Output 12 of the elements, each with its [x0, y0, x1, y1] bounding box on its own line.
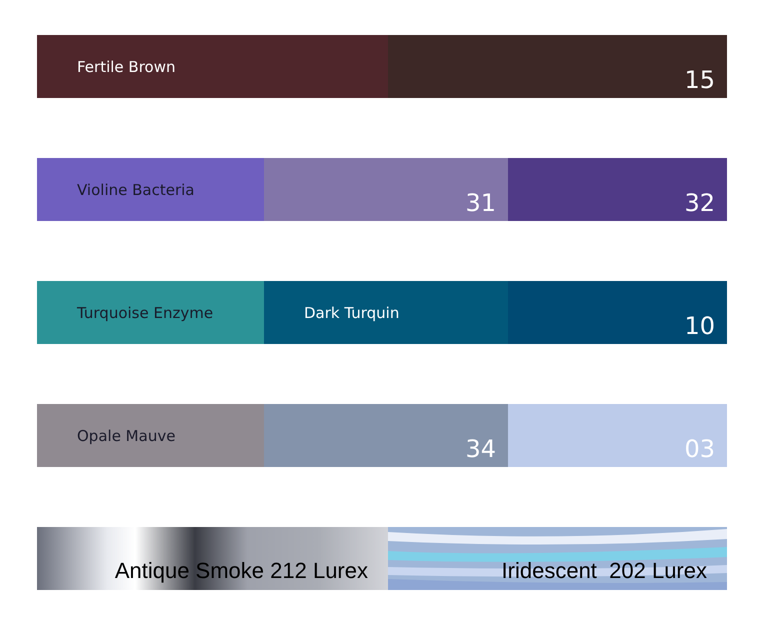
swatch-name: Violine Bacteria	[77, 180, 194, 198]
swatch-name: Opale Mauve	[77, 426, 176, 444]
swatch-number: 15	[684, 66, 715, 94]
swatch-name: Turquoise Enzyme	[77, 304, 214, 322]
swatch-number: 34	[465, 435, 496, 463]
swatch-name: Dark Turquin	[304, 304, 400, 322]
swatch-name: Fertile Brown	[77, 58, 176, 76]
swatch-name: Iridescent 202 Lurex	[502, 558, 707, 584]
swatch-number: 03	[684, 435, 715, 463]
swatch-number: 10	[684, 312, 715, 340]
swatch-number: 31	[465, 189, 496, 217]
swatch-number: 32	[684, 189, 715, 217]
